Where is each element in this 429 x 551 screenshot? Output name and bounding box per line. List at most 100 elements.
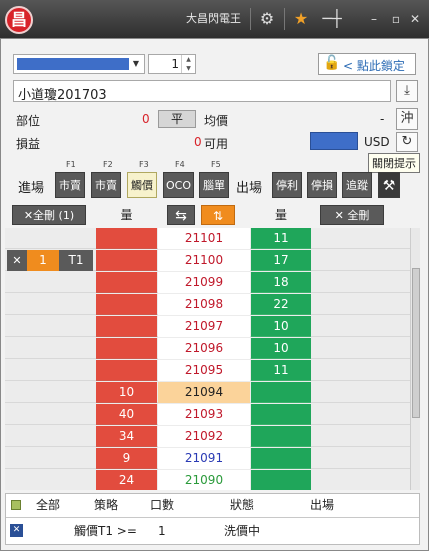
chevron-down-icon[interactable]: ▼ [130,57,142,71]
buy-order-cell[interactable]: ✕ 1 T1 [5,250,95,271]
order-qty[interactable]: 1 [27,250,59,271]
bid-qty-cell[interactable] [96,250,157,271]
price-cell[interactable]: 21093 [158,404,250,425]
lock-button[interactable]: 🔓 < 點此鎖定 [318,53,416,75]
minimize-button[interactable]: – [364,9,384,29]
swap-icon[interactable]: ⇆ [167,205,195,225]
ask-qty-cell[interactable]: 11 [251,360,311,381]
oco-button[interactable]: OCO [163,172,194,198]
stop-loss-button[interactable]: 停損 [307,172,337,198]
ask-qty-cell[interactable]: 10 [251,316,311,337]
price-cell[interactable]: 21097 [158,316,250,337]
flat-button[interactable]: 平 [158,110,196,128]
price-cell[interactable]: 21094 [158,382,250,403]
bid-qty-cell[interactable]: 40 [96,404,157,425]
gear-icon[interactable]: ⚙ [257,9,277,29]
price-cell[interactable]: 21090 [158,470,250,490]
product-field[interactable]: 小道瓊201703 [13,80,391,103]
bid-qty-cell[interactable] [96,228,157,249]
fkey-label: F2 [103,160,113,169]
ask-qty-cell[interactable] [251,404,311,425]
cancel-all-right-button[interactable]: ✕ 全刪 [320,205,384,225]
ask-qty-cell[interactable] [251,448,311,469]
scrollbar[interactable] [410,228,420,490]
buy-order-cell[interactable] [5,294,95,315]
scrollbar-thumb[interactable] [412,268,420,418]
buy-order-cell[interactable] [5,316,95,337]
sell-order-cell[interactable] [312,272,410,293]
download-icon[interactable]: ⤓ [396,80,418,102]
buy-order-cell[interactable] [5,338,95,359]
maximize-button[interactable]: ▫ [386,9,406,29]
ask-qty-cell[interactable]: 18 [251,272,311,293]
price-cell[interactable]: 21100 [158,250,250,271]
buy-order-cell[interactable] [5,360,95,381]
bid-qty-cell[interactable]: 10 [96,382,157,403]
ask-qty-cell[interactable] [251,470,311,490]
quantity-value[interactable]: 1 [171,57,179,71]
sell-order-cell[interactable] [312,228,410,249]
refresh-icon[interactable]: ↻ [396,132,418,152]
ask-qty-cell[interactable]: 17 [251,250,311,271]
offset-button[interactable]: 沖 [396,108,418,130]
sell-order-cell[interactable] [312,316,410,337]
sell-order-cell[interactable] [312,360,410,381]
trailing-button[interactable]: 追蹤 [342,172,372,198]
take-profit-button[interactable]: 停利 [272,172,302,198]
grid-status: 洗價中 [224,524,261,538]
sell-order-cell[interactable] [312,470,410,490]
bid-qty-cell[interactable] [96,294,157,315]
ask-qty-cell[interactable]: 10 [251,338,311,359]
market-sell-button[interactable]: 市賣 [91,172,121,198]
price-cell[interactable]: 21095 [158,360,250,381]
close-button[interactable]: ✕ [405,9,425,29]
cancel-order-icon[interactable]: ✕ [10,524,23,537]
buy-order-cell[interactable] [5,448,95,469]
ask-qty-cell[interactable]: 22 [251,294,311,315]
buy-order-cell[interactable] [5,426,95,447]
sell-order-cell[interactable] [312,294,410,315]
bid-qty-cell[interactable]: 9 [96,448,157,469]
bid-qty-cell[interactable] [96,338,157,359]
buy-order-cell[interactable] [5,470,95,490]
cancel-order-icon[interactable]: ✕ [7,250,27,271]
buy-order-cell[interactable] [5,382,95,403]
buy-order-cell[interactable] [5,272,95,293]
bid-qty-cell[interactable] [96,316,157,337]
bid-qty-cell[interactable] [96,360,157,381]
ask-qty-cell[interactable] [251,382,311,403]
ask-qty-cell[interactable]: 11 [251,228,311,249]
sell-order-cell[interactable] [312,250,410,271]
spin-arrows-icon[interactable]: ▲ ▼ [181,55,195,73]
price-cell[interactable]: 21101 [158,228,250,249]
price-cell[interactable]: 21099 [158,272,250,293]
bid-qty-cell[interactable]: 24 [96,470,157,490]
bid-qty-cell[interactable] [96,272,157,293]
price-cell[interactable]: 21091 [158,448,250,469]
order-tag[interactable]: T1 [59,250,93,271]
price-cell[interactable]: 21098 [158,294,250,315]
fkey-label: F3 [139,160,149,169]
ask-qty-cell[interactable] [251,426,311,447]
buy-order-cell[interactable] [5,404,95,425]
cancel-all-left-button[interactable]: ✕全刪 (1) [12,205,86,225]
price-cell[interactable]: 21092 [158,426,250,447]
tools-icon[interactable]: ⚒ [378,172,400,198]
pin-icon[interactable]: ─┼ [322,9,342,29]
star-icon[interactable]: ★ [291,9,311,29]
ladder-row: 9 21091 [5,448,410,469]
sell-order-cell[interactable] [312,382,410,403]
sell-order-cell[interactable] [312,448,410,469]
sell-order-cell[interactable] [312,404,410,425]
account-select[interactable]: ▼ [13,54,145,74]
price-cell[interactable]: 21096 [158,338,250,359]
center-price-icon[interactable]: ⇅ [201,205,235,225]
sell-order-cell[interactable] [312,426,410,447]
bid-qty-cell[interactable]: 34 [96,426,157,447]
buy-order-cell[interactable] [5,228,95,249]
brain-order-button[interactable]: 腦單 [199,172,229,198]
touch-price-button[interactable]: 觸價 [127,172,157,198]
market-sell-button[interactable]: 市賣 [55,172,85,198]
sell-order-cell[interactable] [312,338,410,359]
quantity-stepper[interactable]: 1 ▲ ▼ [148,54,196,74]
